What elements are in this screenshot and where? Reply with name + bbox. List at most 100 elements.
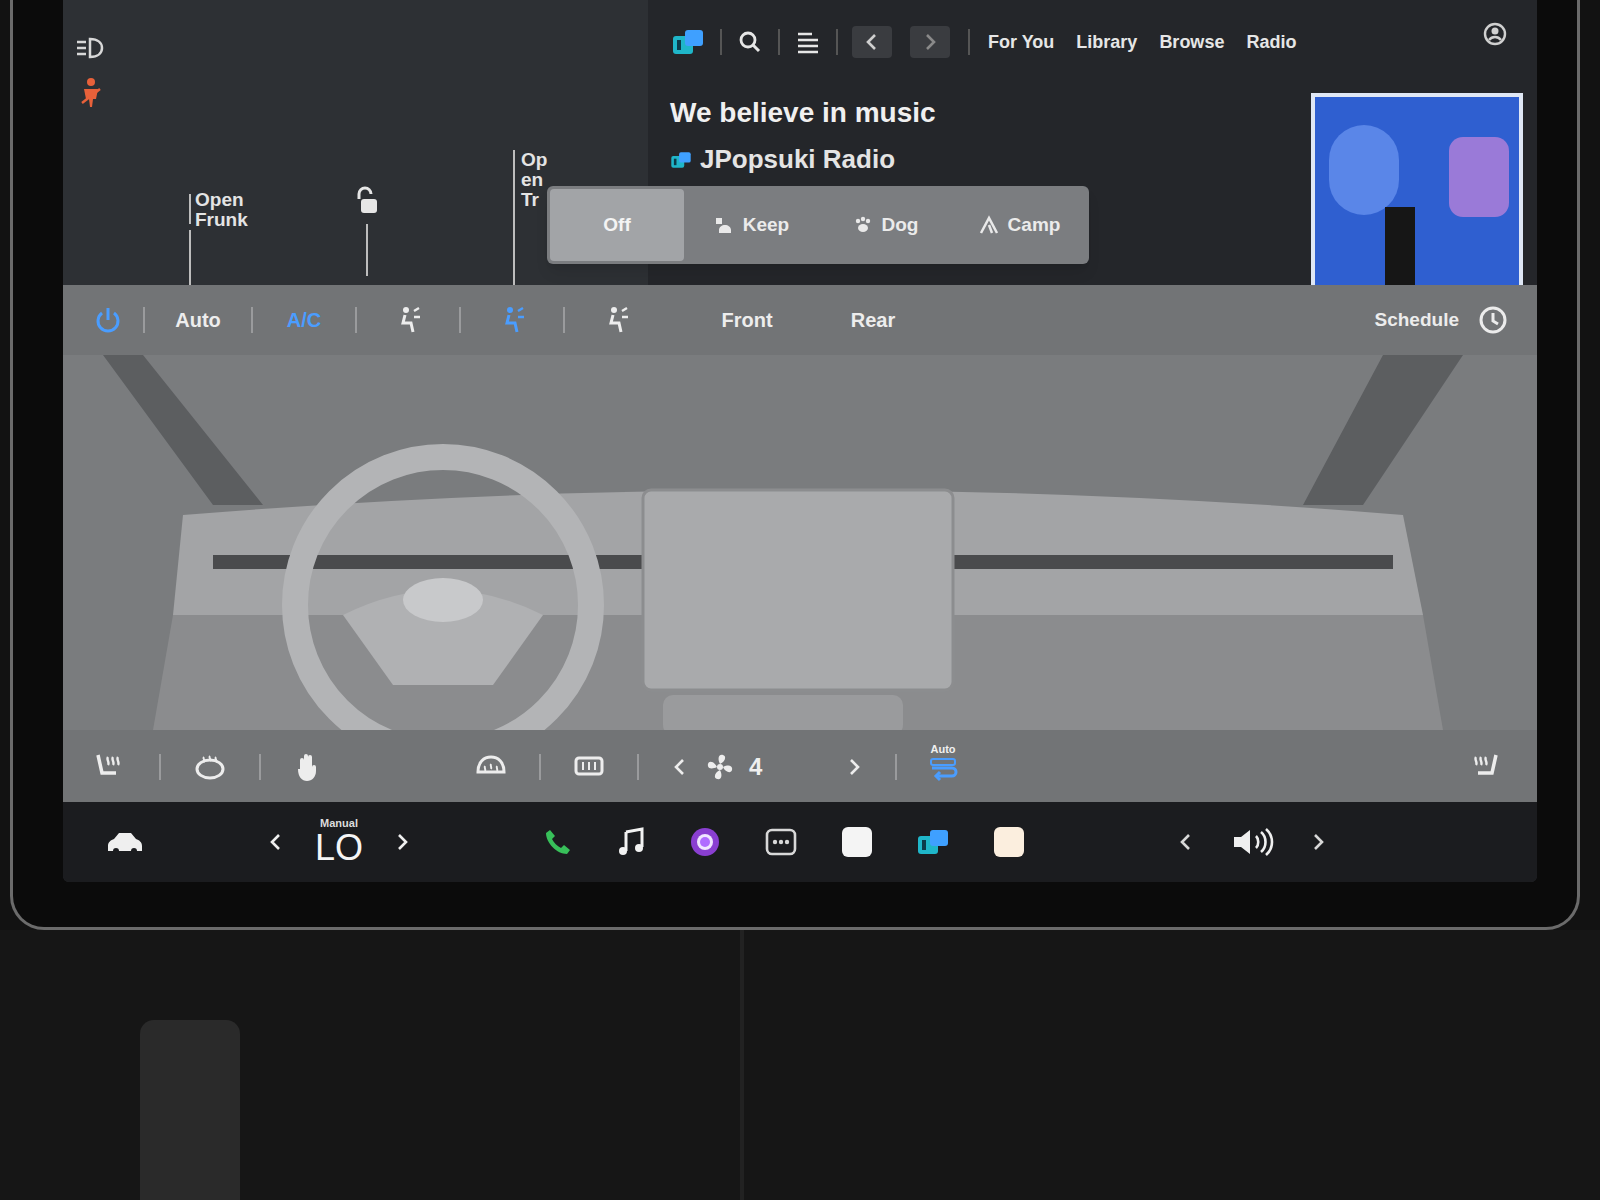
volume-down-icon[interactable]	[1177, 832, 1195, 852]
schedule-button[interactable]: Schedule	[1375, 306, 1459, 335]
frunk-control[interactable]: Open Frunk	[195, 190, 265, 224]
camp-mode-option[interactable]: Camp	[952, 189, 1086, 261]
media-tab[interactable]: For You	[988, 29, 1054, 56]
status-icons	[63, 0, 648, 110]
front-defrost-icon[interactable]	[473, 752, 509, 782]
media-tab[interactable]: Library	[1076, 29, 1137, 56]
divider	[539, 754, 541, 780]
divider	[968, 29, 970, 55]
fan-speed-control: 4	[669, 749, 865, 785]
passenger-seat-heater-icon[interactable]	[1467, 750, 1503, 784]
tidal-app-icon[interactable]	[915, 827, 951, 857]
fan-down-icon[interactable]	[669, 756, 691, 778]
camp-mode-option[interactable]: Off	[550, 189, 684, 261]
console-vent	[140, 1020, 240, 1200]
clock-icon[interactable]	[1477, 304, 1509, 336]
camp-mode-label[interactable]: Dog	[882, 211, 919, 240]
frunk-pin-line	[189, 194, 191, 224]
music-icon[interactable]	[615, 825, 647, 859]
climate-top-row: AutoA/C Front Rear Schedule	[63, 285, 1537, 355]
car-interior	[0, 930, 1600, 1200]
trunk-pin-line	[513, 150, 515, 285]
divider	[251, 307, 253, 333]
temperature-control[interactable]: ManualLO	[315, 817, 363, 867]
airflow-icon[interactable]	[393, 305, 423, 335]
divider	[637, 754, 639, 780]
climate-panel: AutoA/CFrontRearSchedule4Auto	[63, 285, 1537, 802]
auto-button[interactable]: Auto	[145, 305, 251, 335]
album-art[interactable]	[1311, 93, 1523, 285]
lock-icon[interactable]	[351, 186, 383, 218]
forward-icon[interactable]	[910, 26, 950, 58]
media-side	[1297, 0, 1537, 285]
temperature-value: LO	[315, 829, 363, 867]
seatbelt-warning-icon	[73, 76, 109, 110]
phone-icon[interactable]	[541, 825, 575, 859]
fan-speed-value: 4	[749, 749, 829, 785]
camp-mode-label[interactable]: Camp	[1008, 211, 1061, 240]
temp-down-icon[interactable]	[267, 832, 285, 852]
tidal-app-icon[interactable]	[670, 27, 706, 57]
airflow-cell	[461, 305, 563, 335]
app-tile-icon[interactable]	[991, 824, 1027, 860]
album-art-shape	[1449, 137, 1509, 217]
recirculation-control[interactable]: Auto	[927, 743, 959, 783]
airflow-icon[interactable]	[497, 305, 527, 335]
track-title: We believe in music	[670, 92, 1297, 134]
back-icon[interactable]	[852, 26, 892, 58]
zone-label[interactable]: Front	[721, 305, 772, 335]
camp-mode-option[interactable]: Keep	[684, 189, 818, 261]
search-icon[interactable]	[736, 28, 764, 56]
rear-defrost-icon[interactable]	[571, 752, 607, 782]
recirculation-mode-label: Auto	[930, 743, 955, 755]
temp-up-icon[interactable]	[393, 832, 411, 852]
lock-control[interactable]	[351, 186, 383, 276]
temperature-mode: Manual	[320, 817, 358, 829]
volume-icon[interactable]	[1229, 825, 1275, 859]
driver-seat-heater-icon[interactable]	[91, 750, 127, 784]
frunk-label[interactable]: Open Frunk	[195, 190, 265, 230]
divider	[895, 754, 897, 780]
seat-seam	[740, 930, 744, 1200]
airflow-icon[interactable]	[601, 305, 631, 335]
steering-wheel-heater-icon[interactable]	[193, 752, 227, 782]
zone-label[interactable]: Rear	[851, 305, 895, 335]
keep-icon	[713, 215, 735, 235]
zone-toggle[interactable]: Front	[687, 305, 807, 335]
power-icon[interactable]	[92, 304, 124, 336]
profile-icon[interactable]	[1481, 20, 1509, 48]
media-tab[interactable]: Browse	[1159, 29, 1224, 56]
divider	[778, 29, 780, 55]
camp-mode-option[interactable]: Dog	[818, 189, 952, 261]
climate-keeper-selector: Off Keep Dog Camp	[547, 186, 1089, 264]
queue-icon[interactable]	[794, 28, 822, 56]
camp-mode-label[interactable]: Off	[603, 211, 630, 240]
camera-app-icon[interactable]	[687, 824, 723, 860]
fan-icon	[705, 752, 735, 782]
media-tab[interactable]: Radio	[1246, 29, 1296, 56]
fan-up-icon[interactable]	[843, 756, 865, 778]
car-icon[interactable]	[103, 827, 147, 857]
defrost-auto-icon[interactable]	[293, 750, 323, 784]
airflow-cell	[357, 305, 459, 335]
divider	[720, 29, 722, 55]
ac-button[interactable]: A/C	[253, 305, 355, 335]
app-tile-icon[interactable]	[839, 824, 875, 860]
zone-toggle[interactable]: Rear	[813, 305, 933, 335]
recirculation-icon[interactable]	[927, 755, 959, 783]
camp-mode-label[interactable]: Keep	[743, 211, 789, 240]
more-apps-icon[interactable]	[763, 826, 799, 858]
divider	[563, 307, 565, 333]
dog-icon	[852, 215, 874, 235]
station-source-icon	[670, 150, 692, 170]
divider	[259, 754, 261, 780]
divider	[459, 307, 461, 333]
station-name: JPopsuki Radio	[700, 140, 895, 179]
trunk-label[interactable]: Open Tr	[521, 150, 549, 210]
tent-icon	[978, 215, 1000, 235]
volume-up-icon[interactable]	[1309, 832, 1327, 852]
power-cell	[73, 304, 143, 336]
divider	[159, 754, 161, 780]
album-art-shape	[1385, 207, 1415, 285]
display-bezel: Open Frunk Open Tr For You Library Browse Rad…	[10, 0, 1580, 930]
